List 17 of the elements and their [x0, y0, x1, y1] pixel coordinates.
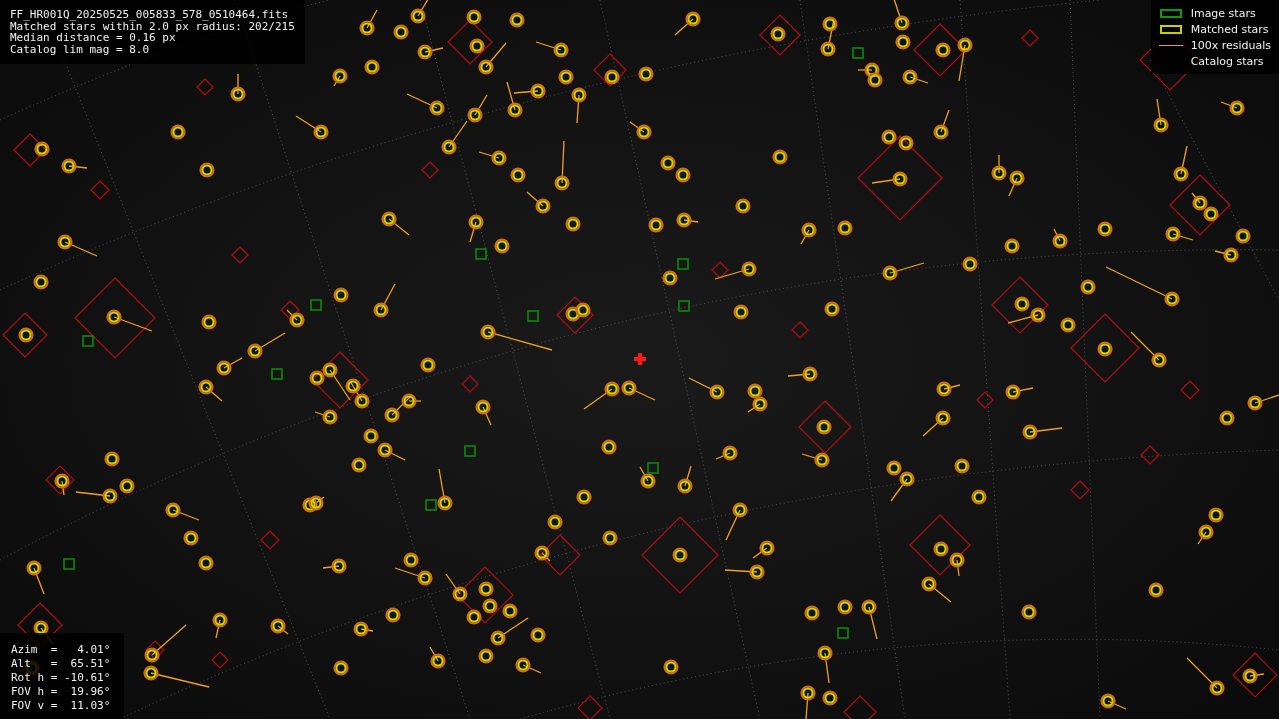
info-line: Median distance = 0.16 px	[10, 32, 176, 44]
square-swatch-icon	[1159, 25, 1182, 34]
legend-label: Catalog stars	[1190, 55, 1264, 68]
crosshair-icon	[634, 353, 646, 365]
pointing-line: Rot h = -10.61°	[11, 671, 111, 685]
legend-label: Matched stars	[1190, 23, 1269, 36]
legend-label: Image stars	[1190, 7, 1256, 20]
line-swatch-icon	[1158, 44, 1183, 47]
pointing-line: Azim = 4.01°	[11, 643, 111, 657]
square-swatch-icon	[1159, 9, 1182, 18]
info-line: Catalog lim mag = 8.0	[10, 43, 151, 55]
legend-label: 100x residuals	[1190, 39, 1271, 52]
info-line: Matched stars within 2.0 px radius: 202/215	[10, 20, 295, 32]
pointing-line: FOV h = 19.96°	[11, 685, 111, 699]
pointing-line: Alt = 65.51°	[11, 657, 111, 671]
pointing-line: FOV v = 11.03°	[11, 699, 111, 713]
info-line: FF_HR001Q_20250525_005833_578_0510464.fits	[10, 9, 290, 21]
